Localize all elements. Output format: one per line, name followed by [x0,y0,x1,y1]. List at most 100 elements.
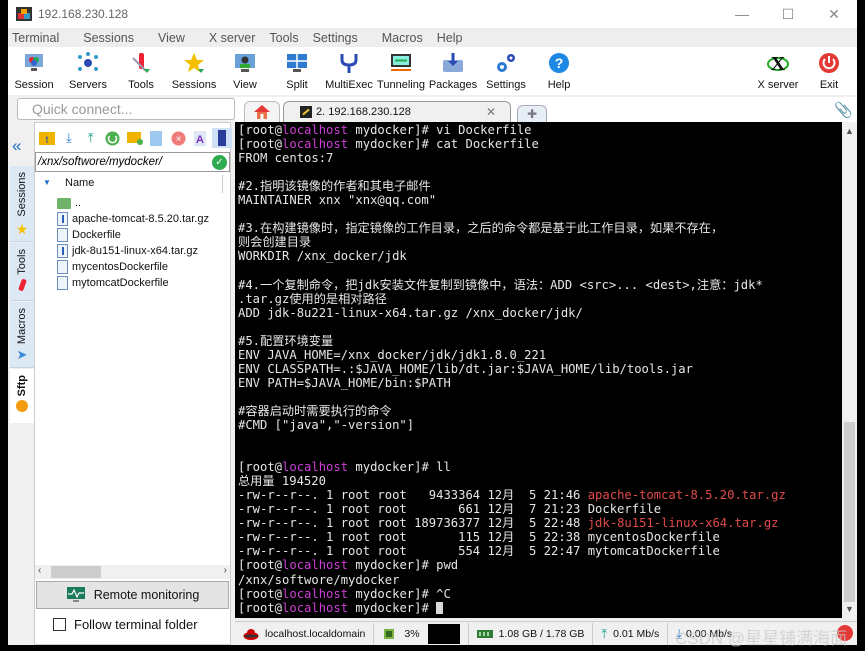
prompt-host: localhost [282,586,349,601]
view-button[interactable]: View [232,47,258,95]
sftp-path-input[interactable]: /xnx/softwore/mydocker/ ✓ [35,152,230,172]
memory-icon [476,629,493,638]
menu-macros[interactable]: Macros [382,31,423,45]
exit-label: Exit [819,79,839,91]
terminal-line: [root@localhost mydocker]# ^C [238,586,451,601]
terminal-line: [root@localhost mydocker]# cat Dockerfil… [238,137,539,152]
svg-text:t: t [46,135,49,145]
terminal-line: 总用量 194520 [238,474,326,489]
file-row[interactable]: .. [57,195,81,211]
file-icon [57,260,68,274]
menu-x-server[interactable]: X server [209,31,256,45]
checkbox[interactable] [53,618,66,631]
tools-button[interactable]: Tools [126,47,156,95]
side-tab-tools[interactable]: Tools [10,243,34,301]
split-button[interactable]: Split [284,47,310,95]
side-tab-macros[interactable]: Macros ➤ [10,302,34,368]
parent-folder-icon[interactable]: t [37,128,57,148]
terminal-line: /xnx/softwore/mydocker [238,572,400,587]
settings-label: Settings [486,79,526,91]
close-button[interactable]: ✕ [811,0,857,28]
column-name[interactable]: Name [65,177,94,189]
scroll-up-icon[interactable]: ▲ [845,126,854,136]
status-bar: localhost.localdomain 3% 1.08 GB / 1.78 … [235,621,857,648]
menu-sessions[interactable]: Sessions [83,31,134,45]
terminal-line: #2.指明该镜像的作者和其电子邮件 [238,179,431,194]
scroll-left-icon[interactable]: ‹ [38,565,41,576]
scroll-down-icon[interactable]: ▼ [845,604,854,614]
side-tab-sessions[interactable]: Sessions ★ [10,166,34,242]
terminal-line: MAINTAINER xnx "xnx@qq.com" [238,193,437,208]
file-row[interactable]: jdk-8u151-linux-x64.tar.gz [57,243,198,259]
settings-button[interactable]: Settings [486,47,526,95]
file-icon [57,276,68,290]
rename-icon[interactable]: A [190,128,210,148]
terminal-line: -rw-r--r--. 1 root root 661 12月 7 21:23 … [238,502,662,517]
help-icon: ? [547,51,571,75]
archive-file-icon [57,244,68,258]
home-tab[interactable] [244,101,280,122]
close-tab-icon[interactable]: ✕ [486,105,496,119]
new-file-icon[interactable] [146,128,166,148]
horizontal-scrollbar[interactable]: ‹ › [35,565,230,579]
terminal-scrollbar[interactable]: ▲ ▼ [842,122,857,618]
scroll-right-icon[interactable]: › [224,565,227,576]
attachment-icon[interactable]: 📎 [834,101,853,119]
file-row[interactable]: mytomcatDockerfile [57,275,169,291]
menu-tools[interactable]: Tools [269,31,298,45]
menu-help[interactable]: Help [437,31,463,45]
session-label: Session [14,79,54,91]
menu-view[interactable]: View [158,31,185,45]
new-tab-button[interactable]: ✚ [517,105,547,122]
path-ok-icon[interactable]: ✓ [212,155,227,170]
terminal-line: ENV JAVA_HOME=/xnx_docker/jdk/jdk1.8.0_2… [238,347,547,362]
side-tab-sftp-label: Sftp [16,375,28,397]
terminal-line: ENV CLASSPATH=.:$JAVA_HOME/lib/dt.jar:$J… [238,361,693,376]
sftp-toolbar: t ⤓ ⤒ × A [35,125,233,151]
quick-connect-input[interactable]: Quick connect... [17,98,235,120]
multiexec-icon [337,51,361,75]
x-server-button[interactable]: X X server [756,47,800,95]
refresh-icon[interactable] [103,128,123,148]
sessions-button[interactable]: Sessions [172,47,216,95]
delete-icon[interactable]: × [168,128,188,148]
packages-button[interactable]: Packages [429,47,477,95]
multiexec-button[interactable]: MultiExec [325,47,373,95]
gear-icon [494,51,518,75]
follow-terminal-folder-checkbox[interactable]: Follow terminal folder [53,617,198,632]
upload-icon[interactable]: ⤒ [81,128,101,148]
collapse-icon[interactable]: « [12,136,21,156]
tools-icon [17,278,27,292]
remote-monitoring-button[interactable]: Remote monitoring [36,581,229,609]
terminal-line: #CMD ["java","-version"] [238,417,415,432]
tunneling-button[interactable]: Tunneling [377,47,425,95]
download-icon[interactable]: ⤓ [59,128,79,148]
new-folder-icon[interactable] [125,128,145,148]
permissions-icon[interactable] [212,128,233,148]
status-memory: 1.08 GB / 1.78 GB [469,622,594,645]
help-button[interactable]: ? Help [546,47,572,95]
file-row[interactable]: mycentosDockerfile [57,259,168,275]
menu-settings[interactable]: Settings [313,31,358,45]
column-separator[interactable] [222,175,223,193]
minimize-button[interactable]: — [719,0,765,28]
svg-text:X: X [771,53,786,74]
terminal[interactable]: [root@localhost mydocker]# vi Dockerfile… [235,122,842,618]
toolbar: Session Servers Tools Sessions View Spli… [8,47,857,95]
maximize-button[interactable]: ☐ [765,0,811,28]
parent-folder-icon [57,197,71,209]
scroll-thumb[interactable] [844,422,855,602]
session-button[interactable]: Session [14,47,54,95]
file-row[interactable]: Dockerfile [57,227,121,243]
session-tab[interactable]: 2. 192.168.230.128 ✕ [283,101,511,122]
terminal-line: -rw-r--r--. 1 root root 554 12月 5 22:47 … [238,544,720,559]
menu-terminal[interactable]: Terminal [12,31,59,45]
scroll-thumb[interactable] [51,566,101,578]
packages-icon [441,51,465,75]
servers-button[interactable]: Servers [69,47,107,95]
terminal-line: .tar.gz使用的是相对路径 [238,291,387,306]
exit-button[interactable]: Exit [816,47,842,95]
side-tab-sftp[interactable]: Sftp [10,369,34,423]
file-row[interactable]: apache-tomcat-8.5.20.tar.gz [57,211,209,227]
